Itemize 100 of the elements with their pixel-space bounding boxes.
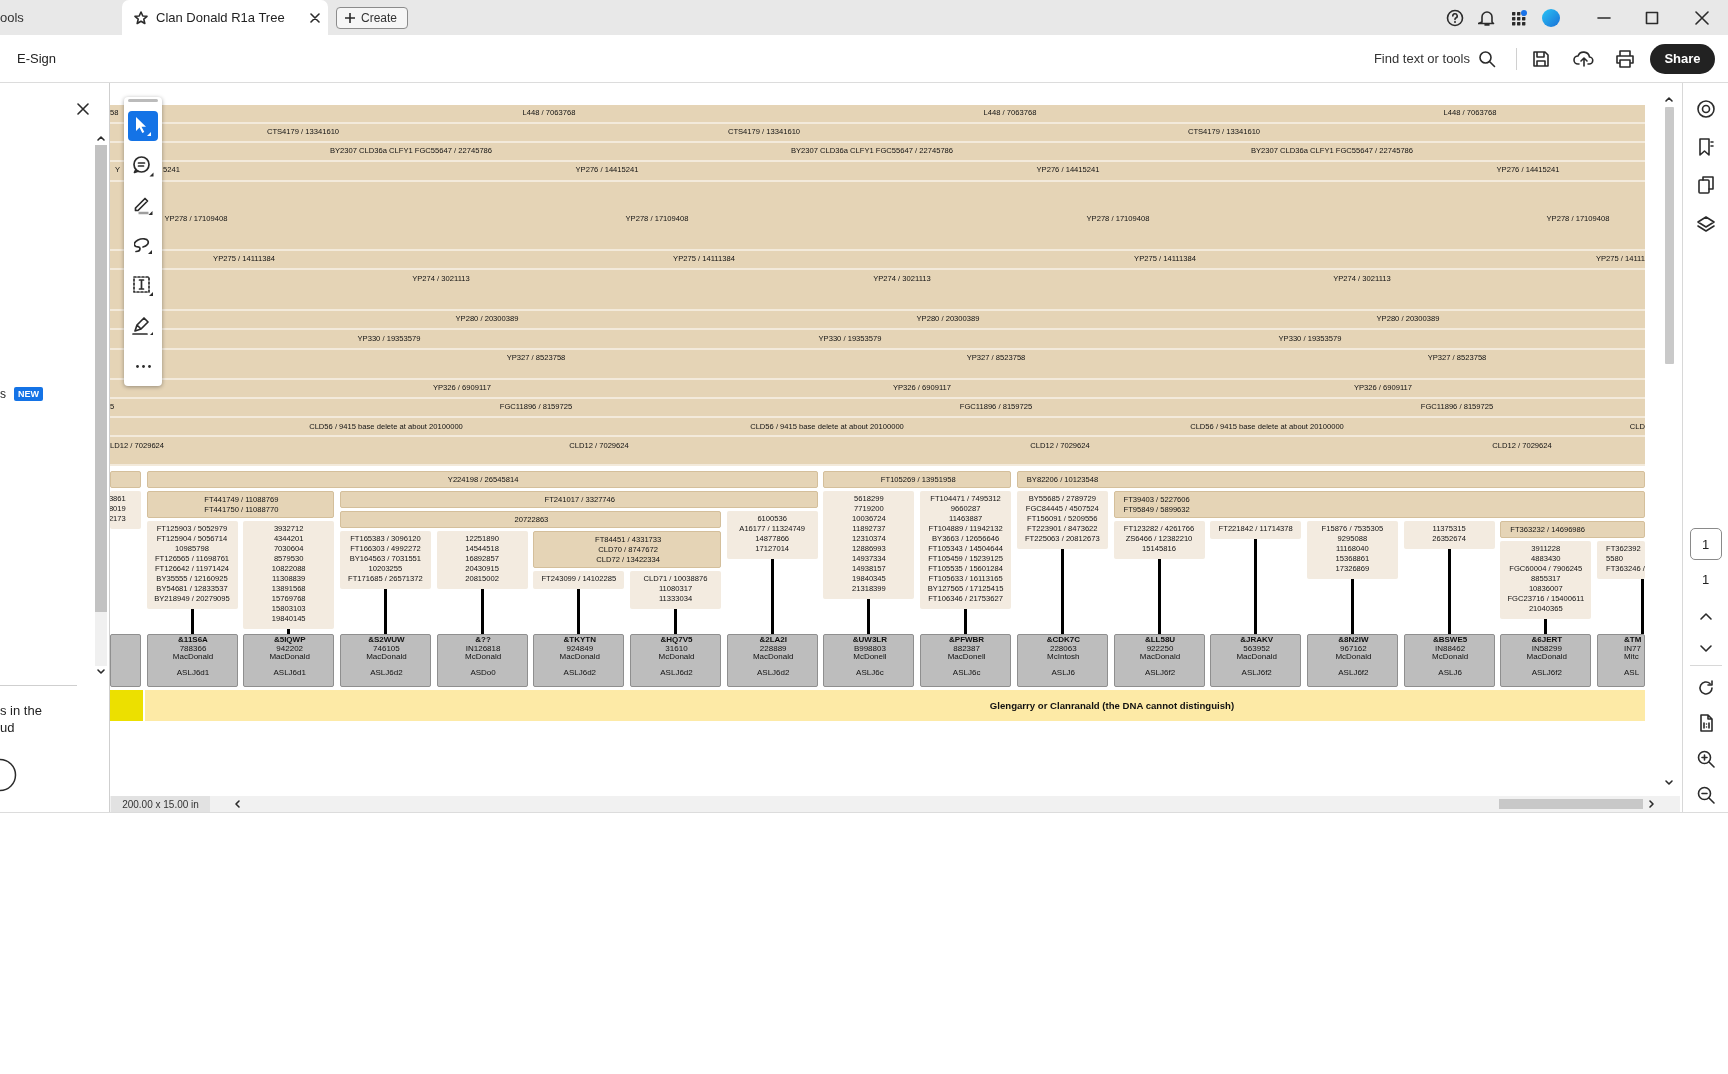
close-icon[interactable] xyxy=(77,103,89,115)
kit-number: IN77 xyxy=(1624,644,1641,653)
surname: McDonald xyxy=(1432,653,1469,662)
surname: McDonald xyxy=(1335,653,1372,662)
scroll-down-icon[interactable] xyxy=(1664,778,1674,788)
maximize-icon[interactable] xyxy=(1645,10,1659,25)
haplogroup-label: ASLJ6d1 xyxy=(176,668,210,677)
kit-id: &TKYTN xyxy=(563,636,596,645)
help-icon[interactable] xyxy=(1446,8,1464,27)
kit-id: &CDK7C xyxy=(1046,636,1080,645)
find-tools-button[interactable]: Find text or tools xyxy=(1373,49,1496,68)
cloud-upload-icon[interactable] xyxy=(1573,48,1595,69)
connector-line xyxy=(480,589,484,634)
page-count: 1 xyxy=(1701,572,1710,588)
kit-id: &JRAKV xyxy=(1240,636,1274,645)
comment-icon xyxy=(132,155,154,177)
kit-id: &11S6A xyxy=(178,636,208,645)
kit-id: &BSWE5 xyxy=(1433,636,1468,645)
haplogroup-label: ASLJ6d2 xyxy=(660,668,693,677)
kit-number: 31610 xyxy=(665,644,688,653)
surname: MacDonald xyxy=(366,653,407,662)
surname: MacDonell xyxy=(947,653,986,662)
scroll-up-icon[interactable] xyxy=(1664,94,1674,104)
haplogroup-label: ASLJ6d1 xyxy=(273,668,306,677)
scroll-left-icon[interactable] xyxy=(232,799,242,809)
surname: McDonald xyxy=(658,653,695,662)
haplogroup-label: ASLJ6f2 xyxy=(1531,668,1562,677)
surname: MacDonald xyxy=(172,653,214,662)
haplogroup-label: ASLJ6f2 xyxy=(1144,668,1176,677)
haplogroup-label: ASL xyxy=(1624,668,1640,677)
kit-number: B998803 xyxy=(853,644,886,653)
haplogroup-label: ASLJ6d2 xyxy=(756,668,790,677)
haplogroup-label: ASLJ6d2 xyxy=(563,668,597,677)
kit-number: 788366 xyxy=(179,644,207,653)
kit-id: &8N2IW xyxy=(1338,636,1369,645)
layers-icon[interactable] xyxy=(1695,215,1716,235)
share-button[interactable]: Share xyxy=(1650,43,1715,74)
scrollbar-thumb[interactable] xyxy=(1664,107,1674,364)
pen-icon xyxy=(133,196,153,216)
haplogroup-label: ASLJ6c xyxy=(856,668,884,677)
surname: MacDonald xyxy=(269,653,310,662)
avatar-icon[interactable] xyxy=(1542,8,1560,27)
scrollbar-thumb[interactable] xyxy=(1499,799,1643,809)
pages-icon[interactable] xyxy=(1695,175,1716,195)
surname: MacDonald xyxy=(752,653,794,662)
surname: MacDonald xyxy=(1236,653,1277,662)
page-number-field[interactable]: 1 xyxy=(1689,528,1722,560)
zoom-out-icon[interactable] xyxy=(1695,785,1716,805)
region-band xyxy=(110,690,143,721)
kit-number: 882387 xyxy=(953,644,980,653)
surname: MacDonald xyxy=(1139,653,1181,662)
kit-number: 228063 xyxy=(1049,644,1077,653)
more-icon xyxy=(135,364,151,368)
scroll-right-icon[interactable] xyxy=(1647,799,1657,809)
round-button[interactable] xyxy=(0,758,17,792)
connector-line xyxy=(674,609,677,634)
kit-id: &S2WUW xyxy=(368,636,405,645)
search-icon xyxy=(1478,49,1496,68)
surname: MacDonald xyxy=(559,653,601,662)
kit-id: &5IQWP xyxy=(273,636,306,644)
print-icon[interactable] xyxy=(1615,48,1635,69)
kit-number: 942202 xyxy=(276,644,304,653)
surname: McDonell xyxy=(853,653,887,662)
connector-line xyxy=(577,589,581,634)
apps-icon[interactable] xyxy=(1510,8,1528,27)
esign-menu[interactable]: E-Sign xyxy=(17,51,57,66)
connector-line xyxy=(964,609,968,634)
tab[interactable]: ools xyxy=(0,0,110,35)
kit-id: &LL58U xyxy=(1144,636,1176,645)
create-button[interactable]: Create xyxy=(336,6,409,29)
close-tab-icon[interactable] xyxy=(310,12,320,23)
bell-icon[interactable] xyxy=(1478,8,1496,27)
haplogroup-label: ASLJ6d2 xyxy=(370,668,403,677)
kit-id: &?? xyxy=(475,636,491,645)
kit-number: 563952 xyxy=(1243,644,1271,653)
menu-item[interactable]: s xyxy=(0,387,6,401)
haplogroup-label: ASLJ6c xyxy=(952,668,981,677)
text-frame-icon xyxy=(132,275,154,297)
kit-id: &HQ7V5 xyxy=(660,636,693,644)
kit-box xyxy=(110,634,141,687)
kit-id: &2LA2I xyxy=(759,636,787,645)
kit-id: &PFWBR xyxy=(949,636,985,645)
kit-id: &6JERT xyxy=(1531,636,1563,645)
sign-pen-icon xyxy=(132,317,154,335)
scrollbar-thumb[interactable] xyxy=(94,145,107,612)
kit-number: 967162 xyxy=(1340,644,1367,653)
lasso-icon xyxy=(133,237,153,255)
save-icon[interactable] xyxy=(1531,48,1551,69)
select-tool[interactable] xyxy=(128,111,158,141)
kit-number: IN88462 xyxy=(1434,644,1466,653)
connector-line xyxy=(190,609,194,634)
tab[interactable]: Clan Donald R1a Tree xyxy=(122,0,328,35)
page-size-label: 200.00 x 15.00 in xyxy=(111,796,210,812)
zoom-in-icon[interactable] xyxy=(1695,749,1716,769)
surname: Mitc xyxy=(1624,653,1639,662)
haplogroup-label: ASLJ6f2 xyxy=(1338,668,1369,677)
note-text: s in the ud xyxy=(0,702,43,736)
star-icon xyxy=(134,10,148,25)
close-icon[interactable] xyxy=(1695,10,1709,25)
region-label: Glengarry or Clanranald (the DNA cannot distinguish) xyxy=(989,700,1235,711)
